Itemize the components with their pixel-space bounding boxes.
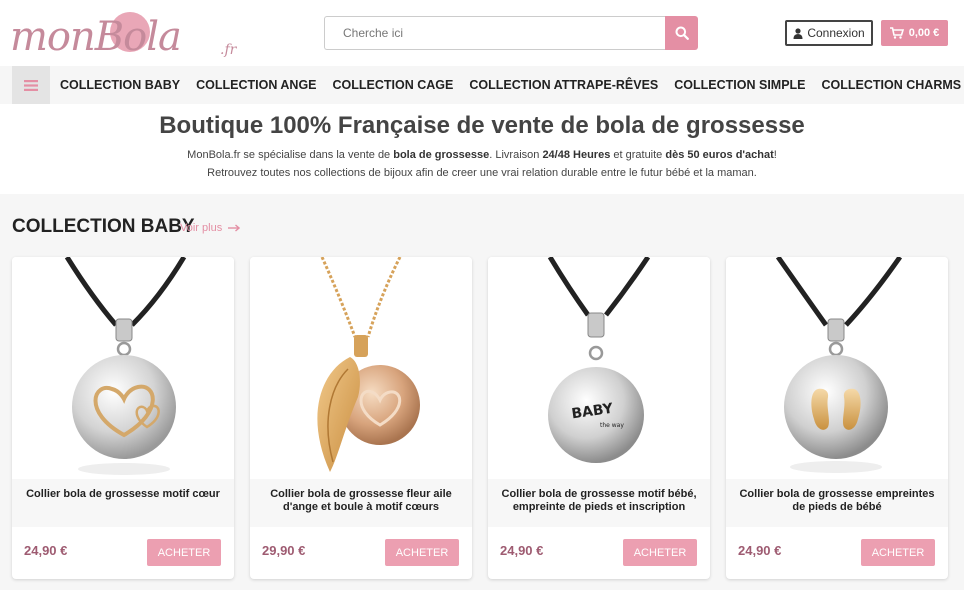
nav-item-collection-ange[interactable]: COLLECTION ANGE — [196, 78, 316, 92]
product-card[interactable]: Collier bola de grossesse empreintes de … — [726, 257, 948, 579]
user-icon — [793, 27, 803, 39]
menu-button[interactable] — [12, 66, 50, 104]
logo-text: monBola — [10, 14, 182, 60]
product-price: 24,90 € — [24, 543, 68, 558]
buy-button[interactable]: ACHETER — [861, 539, 935, 566]
intro-banner: Boutique 100% Française de vente de bola… — [0, 104, 964, 194]
product-name-area: Collier bola de grossesse empreintes de … — [726, 479, 948, 527]
product-image[interactable] — [12, 257, 234, 479]
nav-item-collection-baby[interactable]: COLLECTION BABY — [60, 78, 180, 92]
intro-text: ! — [773, 149, 777, 161]
intro-highlight: bola de grossesse — [393, 149, 490, 161]
logo[interactable]: monBola .fr — [10, 2, 240, 66]
intro-text: MonBola.fr se spécialise dans la vente d… — [187, 149, 394, 161]
product-name-area: Collier bola de grossesse motif bébé, em… — [488, 479, 710, 527]
product-card[interactable]: BABY the way Collier bola de grossesse m… — [488, 257, 710, 579]
angel-wing-pendant-illustration — [317, 257, 420, 472]
product-name-area: Collier bola de grossesse motif cœur — [12, 479, 234, 527]
hamburger-icon — [24, 79, 38, 91]
intro-line-2: Retrouvez toutes nos collections de bijo… — [207, 167, 757, 179]
product-name-area: Collier bola de grossesse fleur aile d'a… — [250, 479, 472, 527]
buy-button[interactable]: ACHETER — [147, 539, 221, 566]
product-name[interactable]: Collier bola de grossesse empreintes de … — [734, 488, 940, 514]
search-input[interactable] — [324, 16, 665, 50]
nav-item-collection-attrape-reves[interactable]: COLLECTION ATTRAPE-RÊVES — [469, 78, 658, 92]
intro-text: et gratuite — [610, 149, 666, 161]
main-nav: COLLECTION BABY COLLECTION ANGE COLLECTI… — [12, 66, 964, 104]
search-bar — [324, 16, 698, 50]
intro-highlight: 24/48 Heures — [542, 149, 611, 161]
intro-line-1: MonBola.fr se spécialise dans la vente d… — [0, 146, 964, 164]
search-button[interactable] — [665, 16, 698, 50]
product-image[interactable] — [726, 257, 948, 479]
section-title: COLLECTION BABY — [12, 216, 195, 237]
nav-item-collection-charms[interactable]: COLLECTION CHARMS — [822, 78, 962, 92]
cart-total: 0,00 € — [908, 27, 940, 39]
intro-text: . Livraison — [489, 149, 543, 161]
arrow-right-icon — [228, 224, 241, 232]
view-more-link[interactable]: Voir plus — [180, 222, 241, 234]
baby-on-the-way-pendant-illustration: BABY the way — [547, 257, 651, 463]
nav-item-collection-simple[interactable]: COLLECTION SIMPLE — [674, 78, 805, 92]
logo-suffix: .fr — [220, 42, 237, 58]
login-button[interactable]: Connexion — [785, 20, 873, 46]
product-card[interactable]: Collier bola de grossesse fleur aile d'a… — [250, 257, 472, 579]
product-price: 24,90 € — [500, 543, 544, 558]
pendant-engraving-subtext: the way — [600, 422, 624, 429]
product-name[interactable]: Collier bola de grossesse motif cœur — [20, 488, 226, 501]
page-title: Boutique 100% Française de vente de bola… — [159, 112, 805, 139]
product-price: 29,90 € — [262, 543, 306, 558]
cart-icon — [889, 27, 904, 39]
product-name[interactable]: Collier bola de grossesse fleur aile d'a… — [258, 488, 464, 514]
product-name[interactable]: Collier bola de grossesse motif bébé, em… — [496, 488, 702, 514]
login-label: Connexion — [807, 26, 865, 40]
cart-button[interactable]: 0,00 € — [881, 20, 948, 46]
nav-items: COLLECTION BABY COLLECTION ANGE COLLECTI… — [60, 66, 964, 104]
heart-pendant-illustration — [64, 257, 187, 475]
product-price: 24,90 € — [738, 543, 782, 558]
baby-footprints-pendant-illustration — [775, 257, 903, 473]
buy-button[interactable]: ACHETER — [385, 539, 459, 566]
product-card[interactable]: Collier bola de grossesse motif cœur 24,… — [12, 257, 234, 579]
view-more-label: Voir plus — [180, 222, 223, 234]
nav-item-collection-cage[interactable]: COLLECTION CAGE — [333, 78, 454, 92]
intro-highlight: dès 50 euros d'achat — [665, 149, 774, 161]
product-image[interactable] — [250, 257, 472, 479]
product-image[interactable]: BABY the way — [488, 257, 710, 479]
search-icon — [675, 26, 689, 40]
buy-button[interactable]: ACHETER — [623, 539, 697, 566]
header: monBola .fr Connexion 0,00 € — [0, 0, 964, 66]
